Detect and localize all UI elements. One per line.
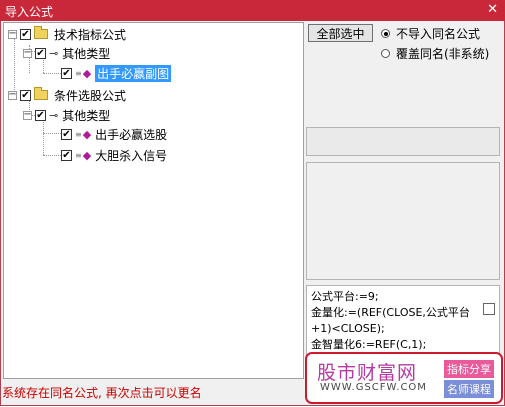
title-bar: 导入公式 ✕ xyxy=(0,0,505,21)
collapse-icon[interactable]: − xyxy=(8,90,17,100)
checkbox[interactable]: ✔ xyxy=(61,128,72,140)
key-icon: ⊸ xyxy=(49,46,59,60)
checkbox[interactable]: ✔ xyxy=(35,109,46,121)
brand-tag-share: 指标分享 xyxy=(444,360,494,378)
collapse-icon[interactable]: − xyxy=(8,29,17,39)
status-message: 系统存在同名公式, 再次点击可以更名 xyxy=(2,386,202,400)
description-panel xyxy=(306,162,500,280)
tree-root-technical[interactable]: − ✔ 技术指标公式 xyxy=(8,26,126,42)
close-icon[interactable]: ✕ xyxy=(487,2,498,17)
brand-watermark: 股市财富网 WWW.GSCFW.COM 指标分享 名师课程 xyxy=(305,352,503,404)
radio-no-import[interactable]: 不导入同名公式 xyxy=(381,25,480,42)
subitem-icon: ≡ xyxy=(75,150,82,160)
checkbox[interactable]: ✔ xyxy=(61,149,72,161)
tree-item-formula[interactable]: ✔ ≡ ◆ 大胆杀入信号 xyxy=(61,147,167,163)
collapse-icon[interactable]: − xyxy=(23,48,32,58)
tree-label: 出手必赢选股 xyxy=(95,127,168,142)
formula-tree[interactable]: − ✔ 技术指标公式 − ✔ ⊸ 其他类型 ✔ ≡ ◆ 出手必赢副图 − ✔ 条… xyxy=(3,22,304,379)
select-all-button[interactable]: 全部选中 xyxy=(308,24,373,42)
tree-label-selected: 出手必赢副图 xyxy=(95,64,172,82)
collapse-icon[interactable]: − xyxy=(23,110,32,120)
code-line: +1)<CLOSE); xyxy=(311,322,385,335)
radio-label: 覆盖同名(非系统) xyxy=(396,47,490,61)
code-line: 金智量化6:=REF(C,1); xyxy=(311,338,427,351)
formula-diamond-icon: ◆ xyxy=(82,127,92,141)
checkbox[interactable]: ✔ xyxy=(20,28,31,40)
tree-label: 条件选股公式 xyxy=(54,88,127,103)
code-line: 金量化:=(REF(CLOSE,公式平台 xyxy=(311,306,470,319)
window-title: 导入公式 xyxy=(5,5,54,19)
tree-root-screening[interactable]: − ✔ 条件选股公式 xyxy=(8,87,126,103)
info-panel xyxy=(306,127,500,156)
radio-selected-icon[interactable] xyxy=(381,29,390,38)
tree-label: 大胆杀入信号 xyxy=(95,148,168,163)
tree-group-other-types[interactable]: − ✔ ⊸ 其他类型 xyxy=(23,107,110,123)
tree-label: 其他类型 xyxy=(62,46,111,61)
checkbox[interactable] xyxy=(483,303,495,315)
radio-label: 不导入同名公式 xyxy=(396,27,481,41)
tree-group-other-types[interactable]: − ✔ ⊸ 其他类型 xyxy=(23,45,110,61)
tree-label: 技术指标公式 xyxy=(54,27,127,42)
formula-diamond-icon: ◆ xyxy=(82,66,92,80)
brand-name: 股市财富网 xyxy=(317,362,418,384)
formula-diamond-icon: ◆ xyxy=(82,148,92,162)
key-icon: ⊸ xyxy=(49,108,59,122)
folder-icon xyxy=(34,87,48,100)
code-line: 公式平台:=9; xyxy=(311,290,379,303)
subitem-icon: ≡ xyxy=(75,68,82,78)
brand-tag-courses: 名师课程 xyxy=(444,380,494,398)
radio-unselected-icon[interactable] xyxy=(381,49,390,58)
radio-overwrite[interactable]: 覆盖同名(非系统) xyxy=(381,45,489,62)
checkbox[interactable]: ✔ xyxy=(61,67,72,79)
checkbox[interactable]: ✔ xyxy=(35,47,46,59)
tree-item-formula[interactable]: ✔ ≡ ◆ 出手必赢副图 xyxy=(61,64,172,82)
tree-label: 其他类型 xyxy=(62,108,111,123)
tree-item-formula[interactable]: ✔ ≡ ◆ 出手必赢选股 xyxy=(61,126,167,142)
brand-url: WWW.GSCFW.COM xyxy=(320,382,427,393)
checkbox[interactable]: ✔ xyxy=(20,89,31,101)
subitem-icon: ≡ xyxy=(75,129,82,139)
folder-icon xyxy=(34,26,48,39)
